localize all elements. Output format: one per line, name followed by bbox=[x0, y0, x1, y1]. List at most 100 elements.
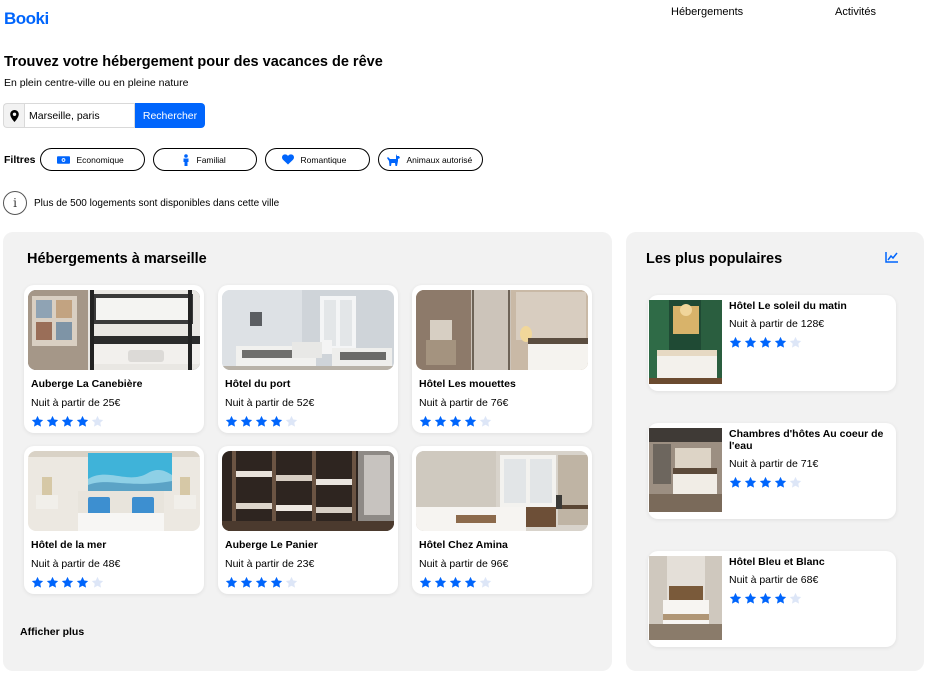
star-icon bbox=[774, 476, 787, 488]
popular-price: Nuit à partir de 71€ bbox=[729, 458, 819, 470]
rating-stars bbox=[225, 415, 300, 428]
star-icon bbox=[285, 576, 298, 588]
star-icon bbox=[774, 592, 787, 604]
popular-name: Chambres d'hôtes Au coeur de l'eau bbox=[729, 428, 884, 452]
listing-card[interactable]: Hôtel Les mouettes Nuit à partir de 76€ bbox=[412, 285, 592, 433]
location-pin-icon bbox=[3, 103, 24, 128]
star-icon bbox=[789, 476, 802, 488]
rating-stars bbox=[729, 592, 804, 605]
listing-photo bbox=[222, 451, 394, 531]
show-more-link[interactable]: Afficher plus bbox=[20, 626, 84, 638]
listing-card[interactable]: Hôtel de la mer Nuit à partir de 48€ bbox=[24, 446, 204, 594]
filter-romantique[interactable]: Romantique bbox=[264, 148, 370, 171]
star-icon bbox=[464, 415, 477, 427]
listing-price: Nuit à partir de 48€ bbox=[31, 558, 121, 570]
search-bar: Rechercher bbox=[3, 103, 205, 128]
star-icon bbox=[270, 576, 283, 588]
filter-label: Romantique bbox=[300, 154, 347, 165]
star-icon bbox=[744, 336, 757, 348]
heart-icon bbox=[281, 154, 294, 165]
popular-item[interactable]: Hôtel Bleu et Blanc Nuit à partir de 68€ bbox=[648, 551, 896, 647]
filters-bar: Filtres Economique Familial Romantique A… bbox=[4, 148, 491, 171]
rating-stars bbox=[729, 476, 804, 489]
rating-stars bbox=[419, 415, 494, 428]
listing-photo bbox=[416, 290, 588, 370]
booki-logo[interactable]: Booki bbox=[4, 9, 49, 29]
search-button[interactable]: Rechercher bbox=[135, 103, 205, 128]
star-icon bbox=[285, 415, 298, 427]
person-icon bbox=[183, 153, 189, 166]
star-icon bbox=[240, 415, 253, 427]
star-icon bbox=[91, 576, 104, 588]
star-icon bbox=[774, 336, 787, 348]
star-icon bbox=[729, 476, 742, 488]
filter-familial[interactable]: Familial bbox=[152, 148, 257, 171]
star-icon bbox=[759, 336, 772, 348]
star-icon bbox=[270, 415, 283, 427]
star-icon bbox=[240, 576, 253, 588]
star-icon bbox=[729, 592, 742, 604]
listing-name: Hôtel du port bbox=[225, 378, 291, 390]
popular-name: Hôtel Bleu et Blanc bbox=[729, 556, 825, 568]
star-icon bbox=[789, 592, 802, 604]
star-icon bbox=[449, 576, 462, 588]
listings-title: Hébergements à marseille bbox=[27, 251, 207, 267]
listing-card[interactable]: Hôtel Chez Amina Nuit à partir de 96€ bbox=[412, 446, 592, 594]
listing-name: Hôtel Chez Amina bbox=[419, 539, 508, 551]
listing-name: Hôtel Les mouettes bbox=[419, 378, 516, 390]
popular-item[interactable]: Chambres d'hôtes Au coeur de l'eau Nuit … bbox=[648, 423, 896, 519]
filter-label: Animaux autorisé bbox=[406, 154, 473, 165]
popular-price: Nuit à partir de 128€ bbox=[729, 318, 825, 330]
star-icon bbox=[31, 415, 44, 427]
rating-stars bbox=[729, 336, 804, 349]
page-subtitle: En plein centre-ville ou en pleine natur… bbox=[4, 77, 189, 89]
star-icon bbox=[76, 415, 89, 427]
listing-price: Nuit à partir de 76€ bbox=[419, 397, 509, 409]
dog-icon bbox=[386, 153, 400, 166]
star-icon bbox=[255, 576, 268, 588]
rating-stars bbox=[225, 576, 300, 589]
rating-stars bbox=[31, 415, 106, 428]
nav-link-hebergements[interactable]: Hébergements bbox=[671, 6, 743, 18]
popular-name: Hôtel Le soleil du matin bbox=[729, 300, 847, 312]
listing-card[interactable]: Auberge La Canebière Nuit à partir de 25… bbox=[24, 285, 204, 433]
listing-photo bbox=[28, 290, 200, 370]
popular-photo bbox=[649, 300, 722, 384]
rating-stars bbox=[419, 576, 494, 589]
money-icon bbox=[56, 155, 70, 164]
nav-link-activites[interactable]: Activités bbox=[835, 6, 876, 18]
listing-card[interactable]: Hôtel du port Nuit à partir de 52€ bbox=[218, 285, 398, 433]
popular-section: Les plus populaires Hôtel Le soleil du m… bbox=[626, 232, 924, 671]
filter-animaux[interactable]: Animaux autorisé bbox=[377, 148, 483, 171]
filter-label: Familial bbox=[196, 154, 226, 165]
popular-item[interactable]: Hôtel Le soleil du matin Nuit à partir d… bbox=[648, 295, 896, 391]
listing-name: Hôtel de la mer bbox=[31, 539, 107, 551]
star-icon bbox=[759, 592, 772, 604]
star-icon bbox=[744, 476, 757, 488]
popular-title: Les plus populaires bbox=[646, 251, 783, 267]
listing-name: Auberge Le Panier bbox=[225, 539, 318, 551]
listing-photo bbox=[28, 451, 200, 531]
star-icon bbox=[46, 415, 59, 427]
star-icon bbox=[464, 576, 477, 588]
star-icon bbox=[449, 415, 462, 427]
listings-section: Hébergements à marseille Auberge La Cane… bbox=[3, 232, 612, 671]
star-icon bbox=[729, 336, 742, 348]
listing-price: Nuit à partir de 25€ bbox=[31, 397, 121, 409]
filter-economique[interactable]: Economique bbox=[39, 148, 145, 171]
search-input[interactable] bbox=[24, 103, 135, 128]
trending-chart-icon[interactable] bbox=[885, 250, 898, 268]
star-icon bbox=[479, 576, 492, 588]
rating-stars bbox=[31, 576, 106, 589]
star-icon bbox=[419, 415, 432, 427]
listing-price: Nuit à partir de 52€ bbox=[225, 397, 315, 409]
filter-label: Economique bbox=[76, 154, 124, 165]
listing-card[interactable]: Auberge Le Panier Nuit à partir de 23€ bbox=[218, 446, 398, 594]
page-title: Trouvez votre hébergement pour des vacan… bbox=[4, 54, 383, 70]
popular-photo bbox=[649, 428, 722, 512]
star-icon bbox=[61, 576, 74, 588]
star-icon bbox=[479, 415, 492, 427]
star-icon bbox=[759, 476, 772, 488]
info-banner: i Plus de 500 logements sont disponibles… bbox=[3, 191, 279, 215]
star-icon bbox=[225, 576, 238, 588]
